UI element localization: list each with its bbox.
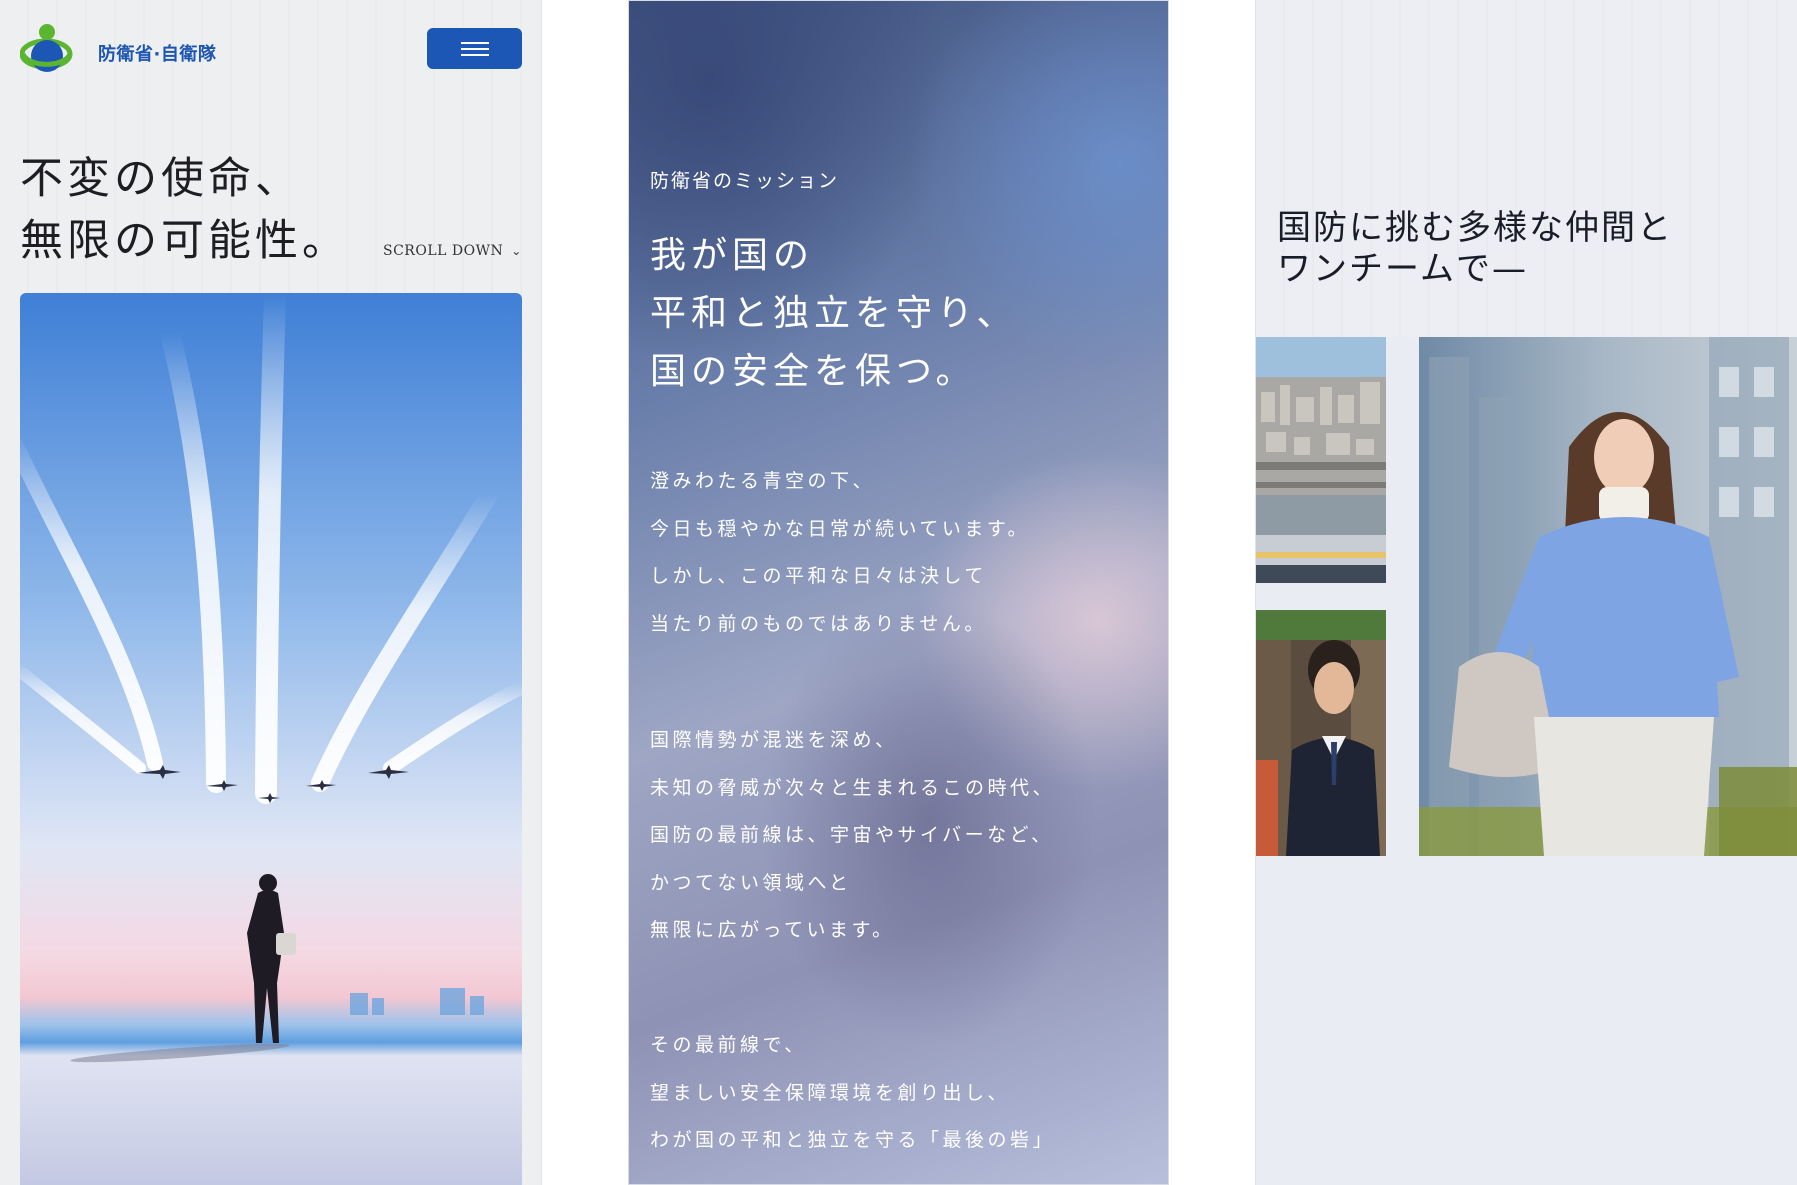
paragraph-line: 未知の脅威が次々と生まれるこの時代、 xyxy=(650,776,1056,799)
man-in-suit-photo xyxy=(1256,610,1386,856)
paragraph-line: 国際情勢が混迷を深め、 xyxy=(650,729,898,751)
mission-heading: 我が国の 平和と独立を守り、 国の安全を保つ。 xyxy=(650,227,1018,401)
mission-label: 防衛省のミッション xyxy=(650,170,840,192)
paragraph-line: 望ましい安全保障環境を創り出し、 xyxy=(650,1081,1011,1104)
paragraph-line: 今日も穏やかな日常が続いています。 xyxy=(650,517,1031,540)
hero-title-line-1: 不変の使命、 xyxy=(20,154,302,204)
logo-text: 防衛省·自衛隊 xyxy=(98,44,217,65)
chevron-down-icon: ⌄ xyxy=(511,244,522,258)
hero-panel: 防衛省·自衛隊 不変の使命、 無限の可能性。 SCROLL DOWN ⌄ xyxy=(0,0,542,1185)
paragraph-line: 無限に広がっています。 xyxy=(650,919,895,941)
scroll-down-label: SCROLL DOWN xyxy=(383,243,504,259)
hero-title-line-2: 無限の可能性。 xyxy=(20,216,349,266)
paragraph-line: わが国の平和と独立を守る「最後の砦」 xyxy=(650,1129,1056,1151)
logo-emblem-icon xyxy=(20,24,73,72)
woman-walking-photo xyxy=(1419,337,1797,856)
paragraph-line: 国防の最前線は、宇宙やサイバーなど、 xyxy=(650,824,1054,846)
paragraph-line: 澄みわたる青空の下、 xyxy=(650,470,876,492)
team-heading: 国防に挑む多様な仲間と ワンチームで— xyxy=(1277,208,1673,290)
paragraph-line: その最前線で、 xyxy=(650,1034,807,1056)
team-heading-line-2: ワンチームで— xyxy=(1277,249,1528,289)
hero-image xyxy=(20,293,522,1185)
paragraph-line: しかし、この平和な日々は決して xyxy=(650,565,987,587)
menu-button[interactable] xyxy=(427,28,522,69)
team-heading-line-1: 国防に挑む多様な仲間と xyxy=(1277,208,1673,248)
mission-heading-line-2: 平和と独立を守り、 xyxy=(650,293,1018,334)
team-panel: 国防に挑む多様な仲間と ワンチームで— xyxy=(1255,0,1797,1185)
site-logo[interactable]: 防衛省·自衛隊 xyxy=(20,22,220,78)
scroll-down-link[interactable]: SCROLL DOWN ⌄ xyxy=(383,243,522,259)
mission-paragraph-3: その最前線で、 望ましい安全保障環境を創り出し、 わが国の平和と独立を守る「最後… xyxy=(650,1022,1055,1165)
paragraph-line: かつてない領域へと xyxy=(650,871,852,894)
mission-panel: 防衛省のミッション 我が国の 平和と独立を守り、 国の安全を保つ。 澄みわたる青… xyxy=(628,0,1169,1185)
hero-title: 不変の使命、 無限の可能性。 xyxy=(20,148,349,272)
city-photo xyxy=(1256,337,1386,583)
paragraph-line: 当たり前のものではありません。 xyxy=(650,612,987,635)
mission-paragraph-2: 国際情勢が混迷を深め、 未知の脅威が次々と生まれるこの時代、 国防の最前線は、宇… xyxy=(650,717,1055,955)
mission-heading-line-1: 我が国の xyxy=(650,235,815,276)
mission-heading-line-3: 国の安全を保つ。 xyxy=(650,351,977,392)
mission-paragraph-1: 澄みわたる青空の下、 今日も穏やかな日常が続いています。 しかし、この平和な日々… xyxy=(650,458,1030,648)
hero-image-art xyxy=(20,293,522,1185)
